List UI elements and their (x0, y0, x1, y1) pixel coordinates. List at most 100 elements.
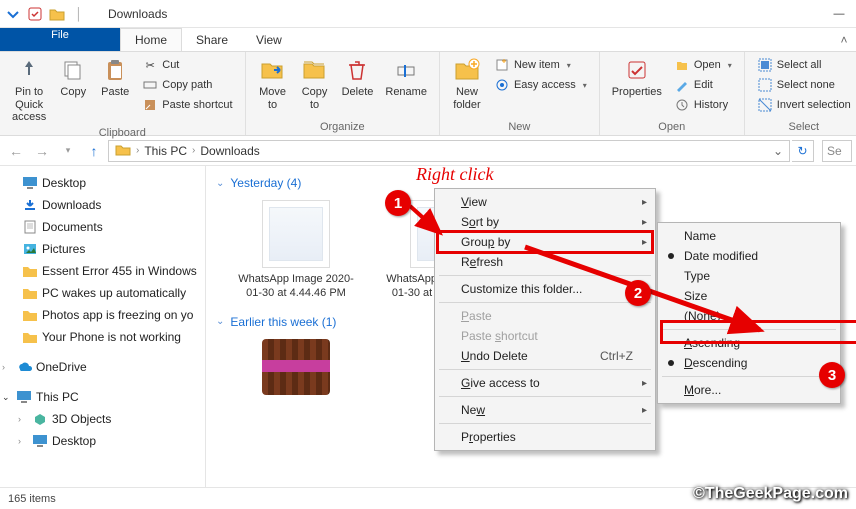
edit-icon (674, 77, 690, 93)
watermark: ©TheGeekPage.com (693, 485, 848, 503)
nav-label: Desktop (42, 176, 86, 190)
history-button[interactable]: History (672, 96, 734, 114)
open-button[interactable]: Open▾ (672, 56, 734, 74)
window-controls: — (822, 0, 856, 28)
nav-item-folder[interactable]: Your Phone is not working (0, 326, 205, 348)
annotation-right-click: Right click (416, 164, 493, 185)
qat-dropdown-icon[interactable] (4, 5, 22, 23)
crumb-downloads[interactable]: Downloads (196, 144, 263, 158)
nav-forward-button[interactable]: → (30, 139, 54, 163)
qat-folder-icon[interactable] (48, 5, 66, 23)
ctx-sub-ascending[interactable]: Ascending (660, 333, 838, 353)
new-item-icon (494, 57, 510, 73)
ctx-label: Size (684, 289, 707, 303)
delete-icon (343, 56, 371, 84)
nav-up-button[interactable]: ↑ (82, 139, 106, 163)
nav-item-downloads[interactable]: Downloads (0, 194, 205, 216)
search-input[interactable]: Se (822, 140, 852, 162)
pin-to-quick-access-button[interactable]: Pin to Quick access (6, 54, 52, 126)
ctx-sub-more[interactable]: More... (660, 380, 838, 400)
paste-shortcut-button[interactable]: Paste shortcut (140, 96, 234, 114)
breadcrumb[interactable]: › This PC › Downloads ⌄ (108, 140, 790, 162)
nav-label: Your Phone is not working (42, 330, 181, 344)
new-item-button[interactable]: New item▾ (492, 56, 589, 74)
refresh-button[interactable]: ↻ (792, 140, 814, 162)
file-item[interactable] (236, 339, 356, 395)
ctx-accelerator: Ctrl+Z (600, 349, 633, 363)
ctx-sub-name[interactable]: Name (660, 226, 838, 246)
ctx-separator (439, 275, 651, 276)
ctx-label: Name (684, 229, 716, 243)
ctx-separator (439, 302, 651, 303)
nav-item-desktop[interactable]: Desktop (0, 172, 205, 194)
nav-item-thispc[interactable]: ⌄This PC (0, 386, 205, 408)
file-item[interactable]: WhatsApp Image 2020-01-30 at 4.44.46 PM (236, 200, 356, 301)
move-to-button[interactable]: Move to (252, 54, 294, 113)
nav-item-desktop-2[interactable]: ›Desktop (0, 430, 205, 452)
new-folder-label: New folder (453, 86, 481, 111)
new-item-label: New item (514, 59, 560, 71)
tab-file[interactable]: File (0, 28, 120, 51)
ribbon-collapse-button[interactable]: ˄ (832, 28, 856, 51)
ctx-label: ndo Delete (470, 349, 528, 363)
ctx-sub-size[interactable]: Size (660, 286, 838, 306)
nav-item-documents[interactable]: Documents (0, 216, 205, 238)
tab-view[interactable]: View (242, 28, 296, 51)
invert-selection-button[interactable]: Invert selection (755, 96, 853, 114)
properties-button[interactable]: Properties (606, 54, 668, 101)
nav-item-folder[interactable]: Photos app is freezing on yo (0, 304, 205, 326)
ctx-label: iew (469, 195, 487, 209)
edit-button[interactable]: Edit (672, 76, 734, 94)
ribbon: Pin to Quick access Copy Paste ✂Cut Copy… (0, 52, 856, 136)
chevron-right-icon: ▸ (642, 197, 647, 208)
qat-properties-icon[interactable] (26, 5, 44, 23)
path-icon (142, 77, 158, 93)
ctx-sub-descending[interactable]: Descending (660, 353, 838, 373)
ctx-view[interactable]: View▸ (437, 192, 653, 212)
cut-button[interactable]: ✂Cut (140, 56, 234, 74)
rename-button[interactable]: Rename (379, 54, 433, 101)
crumb-thispc[interactable]: This PC (140, 144, 191, 158)
select-all-button[interactable]: Select all (755, 56, 853, 74)
copy-path-button[interactable]: Copy path (140, 76, 234, 94)
ctx-give-access[interactable]: Give access to▸ (437, 373, 653, 393)
nav-label: This PC (36, 390, 79, 404)
navigation-pane: Desktop Downloads Documents Pictures Ess… (0, 166, 206, 487)
ctx-sub-date-modified[interactable]: Date modified (660, 246, 838, 266)
scissors-icon: ✂ (142, 57, 158, 73)
nav-back-button[interactable]: ← (4, 139, 28, 163)
copy-button[interactable]: Copy (52, 54, 94, 101)
ribbon-group-open: Properties Open▾ Edit History Open (600, 52, 745, 135)
nav-item-3d-objects[interactable]: ›3D Objects (0, 408, 205, 430)
nav-recent-button[interactable]: ▾ (56, 139, 80, 163)
ctx-separator (439, 423, 651, 424)
tab-home[interactable]: Home (120, 28, 182, 51)
ctx-sort-by[interactable]: Sort by▸ (437, 212, 653, 232)
easy-access-button[interactable]: Easy access▾ (492, 76, 589, 94)
new-folder-button[interactable]: New folder (446, 54, 488, 113)
ctx-undo-delete[interactable]: Undo DeleteCtrl+Z (437, 346, 653, 366)
nav-item-folder[interactable]: Essent Error 455 in Windows (0, 260, 205, 282)
delete-button[interactable]: Delete (336, 54, 380, 101)
nav-item-onedrive[interactable]: ›OneDrive (0, 356, 205, 378)
minimize-button[interactable]: — (822, 0, 856, 28)
ctx-group-by[interactable]: Group by▸ (437, 232, 653, 252)
ctx-refresh[interactable]: Refresh (437, 252, 653, 272)
select-none-button[interactable]: Select none (755, 76, 853, 94)
tab-share[interactable]: Share (182, 28, 242, 51)
address-dropdown-button[interactable]: ⌄ (769, 144, 787, 158)
ctx-new[interactable]: New▸ (437, 400, 653, 420)
nav-item-folder[interactable]: PC wakes up automatically (0, 282, 205, 304)
ctx-sub-type[interactable]: Type (660, 266, 838, 286)
ctx-properties[interactable]: Properties (437, 427, 653, 447)
copy-to-button[interactable]: Copy to (294, 54, 336, 113)
ctx-customize[interactable]: Customize this folder... (437, 279, 653, 299)
chevron-down-icon: ⌄ (216, 316, 224, 327)
edit-label: Edit (694, 79, 713, 91)
ctx-label: Customize this folder... (461, 282, 582, 296)
paste-button[interactable]: Paste (94, 54, 136, 101)
copy-path-label: Copy path (162, 79, 212, 91)
nav-item-pictures[interactable]: Pictures (0, 238, 205, 260)
ctx-sub-none[interactable]: (None) (660, 306, 838, 326)
ctx-label: hortcut (501, 329, 538, 343)
